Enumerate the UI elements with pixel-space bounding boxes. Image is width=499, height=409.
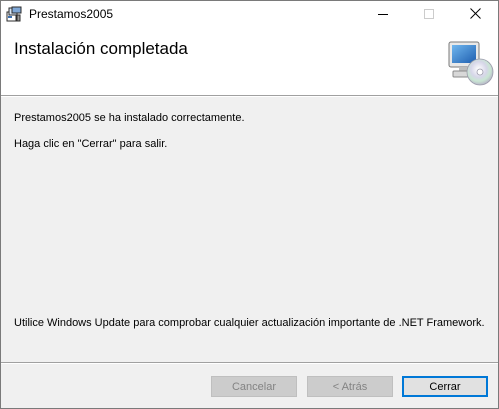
back-button[interactable]: < Atrás — [307, 376, 393, 397]
close-button[interactable]: Cerrar — [402, 376, 488, 397]
installer-app-icon — [6, 6, 22, 22]
cancel-button-label: Cancelar — [231, 380, 277, 393]
installer-window: Prestamos2005 Instalación completada Pre… — [0, 0, 499, 409]
minimize-icon — [378, 9, 388, 22]
header-divider — [1, 95, 498, 97]
close-button-label: Cerrar — [429, 380, 461, 393]
cancel-button[interactable]: Cancelar — [211, 376, 297, 397]
header-banner: Instalación completada — [1, 29, 498, 95]
title-bar[interactable]: Prestamos2005 — [1, 1, 498, 29]
windows-update-note: Utilice Windows Update para comprobar cu… — [14, 317, 485, 329]
maximize-button[interactable] — [406, 1, 452, 29]
close-window-button[interactable] — [452, 1, 498, 29]
minimize-button[interactable] — [360, 1, 406, 29]
maximize-icon — [424, 8, 434, 22]
install-success-message: Prestamos2005 se ha instalado correctame… — [14, 112, 245, 124]
window-title: Prestamos2005 — [29, 7, 114, 21]
back-button-label: < Atrás — [332, 380, 368, 393]
footer-divider — [1, 362, 498, 364]
close-icon — [469, 8, 481, 22]
exit-instruction: Haga clic en "Cerrar" para salir. — [14, 138, 168, 150]
page-title: Instalación completada — [14, 39, 188, 58]
computer-cd-icon — [445, 38, 495, 88]
